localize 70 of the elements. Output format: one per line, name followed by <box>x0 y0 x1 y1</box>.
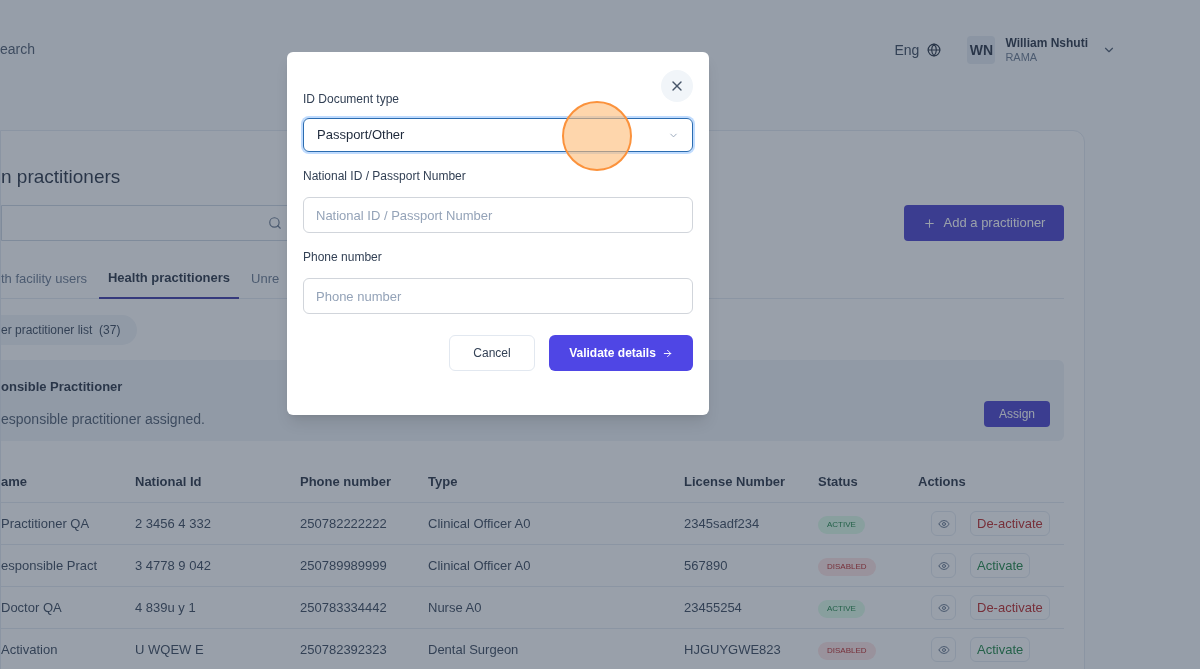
add-practitioner-button[interactable]: Add a practitioner <box>904 205 1064 241</box>
table-cell-text: 567890 <box>684 556 729 575</box>
panel-title: onsible Practitioner <box>1 378 124 396</box>
page-title: n practitioners <box>1 164 121 189</box>
table-cell-text: Nurse A0 <box>428 598 483 617</box>
search-icon <box>268 216 282 230</box>
table-cell-text: 2345sadf234 <box>684 514 761 533</box>
status-badge: DISABLED <box>818 558 876 576</box>
id-number-field[interactable]: National ID / Passport Number <box>303 197 693 233</box>
column-header: Type <box>428 472 459 491</box>
status-badge: ACTIVE <box>818 516 865 534</box>
column-header: Phone number <box>300 472 392 491</box>
plus-icon <box>922 216 936 230</box>
search-label: earch <box>0 39 36 59</box>
status-badge: ACTIVE <box>818 600 865 618</box>
field-label: Phone number <box>303 249 383 266</box>
view-button[interactable] <box>931 553 956 578</box>
table-cell-text: 3 4778 9 042 <box>135 556 212 575</box>
cancel-button[interactable]: Cancel <box>449 335 535 371</box>
table-cell-text: 250782222222 <box>300 514 388 533</box>
table-cell-text: 23455254 <box>684 598 743 617</box>
table-cell-text: Dental Surgeon <box>428 640 520 659</box>
phone-field[interactable]: Phone number <box>303 278 693 314</box>
field-label: National ID / Passport Number <box>303 168 467 185</box>
status-action-button[interactable]: Activate <box>970 637 1031 662</box>
language-label[interactable]: Eng <box>894 39 920 61</box>
status-action-button[interactable]: De-activate <box>970 511 1050 536</box>
user-org: RAMA <box>1005 50 1039 65</box>
column-header: Status <box>818 472 859 491</box>
table-cell-text: HJGUYGWE823 <box>684 640 782 659</box>
tab[interactable]: th facility users <box>1 258 87 299</box>
eye-icon <box>937 517 950 530</box>
table-cell-text: 250789989999 <box>300 556 388 575</box>
table-cell-text: U WQEW E <box>135 640 205 659</box>
view-button[interactable] <box>931 595 956 620</box>
table-cell-text: esponsible Pract <box>1 556 99 575</box>
eye-icon <box>937 559 950 572</box>
column-header: ame <box>1 472 29 491</box>
panel-text: esponsible practitioner assigned. <box>1 409 205 429</box>
globe-icon[interactable] <box>927 43 942 57</box>
column-header: National Id <box>135 472 203 491</box>
assign-button[interactable]: Assign <box>984 401 1050 427</box>
tab[interactable]: Health practitioners <box>99 258 240 299</box>
view-button[interactable] <box>931 637 956 662</box>
user-name: William Nshuti <box>1005 35 1088 51</box>
eye-icon <box>937 601 950 614</box>
eye-icon <box>937 643 950 656</box>
close-button[interactable] <box>661 70 693 102</box>
status-action-button[interactable]: Activate <box>970 553 1031 578</box>
table-cell-text: Clinical Officer A0 <box>428 556 532 575</box>
table-cell-text: Doctor QA <box>1 598 63 617</box>
table-cell-text: 2 3456 4 332 <box>135 514 212 533</box>
list-pill[interactable]: er practitioner list (37) <box>1 315 138 345</box>
table-cell-text: Clinical Officer A0 <box>428 514 532 533</box>
status-badge: DISABLED <box>818 642 876 660</box>
tab[interactable]: Unre <box>251 258 280 299</box>
table-cell-text: 250782392323 <box>300 640 388 659</box>
document-type-select[interactable]: Passport/Other <box>303 118 693 152</box>
arrow-right-icon <box>661 347 673 359</box>
validate-button[interactable]: Validate details <box>549 335 693 371</box>
table-cell-text: 250783334442 <box>300 598 388 617</box>
table-cell-text: Activation <box>1 640 59 659</box>
table-cell-text: 4 839u y 1 <box>135 598 197 617</box>
user-avatar: WN <box>967 36 996 64</box>
status-action-button[interactable]: De-activate <box>970 595 1050 620</box>
column-header: License Number <box>684 472 787 491</box>
column-header: Actions <box>918 472 967 491</box>
view-button[interactable] <box>931 511 956 536</box>
table-cell-text: Practitioner QA <box>1 514 91 533</box>
field-label: ID Document type <box>303 91 401 108</box>
